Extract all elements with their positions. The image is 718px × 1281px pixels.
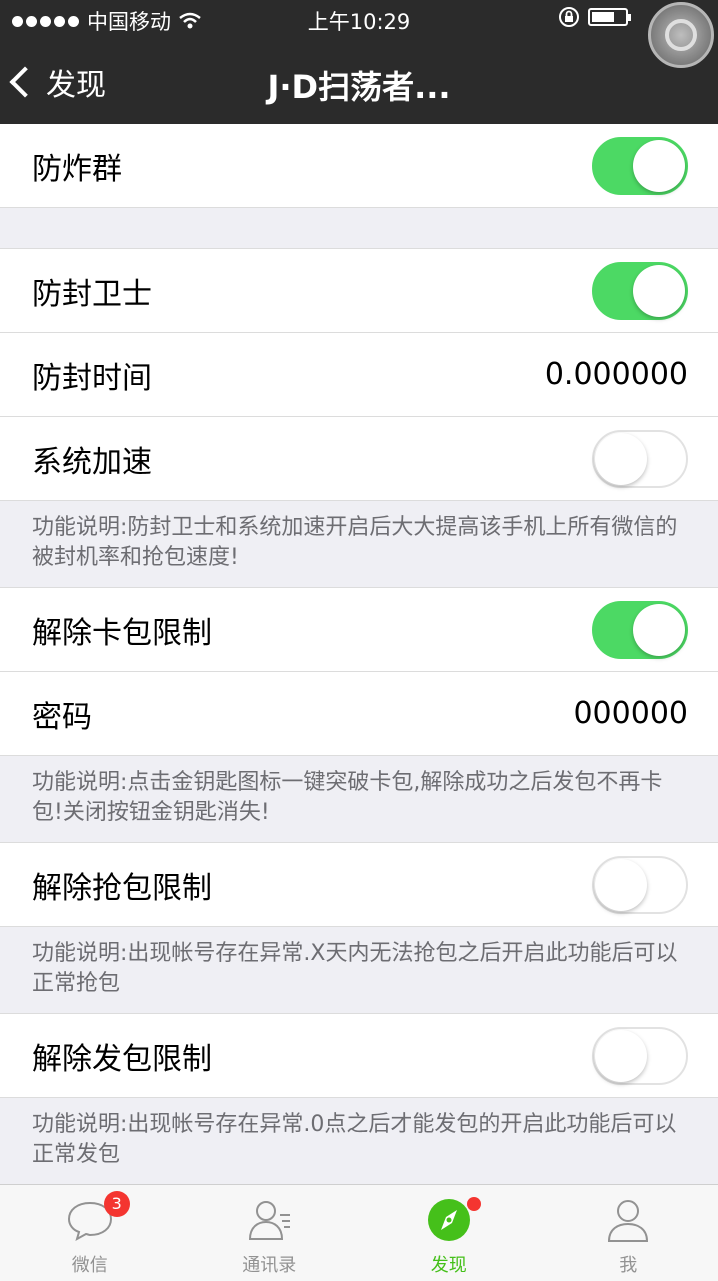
tab-bar: 3 微信 通讯录 发现 我 bbox=[0, 1184, 718, 1281]
row-label: 防炸群 bbox=[32, 144, 122, 188]
nav-bar: 发现 J·D扫荡者... bbox=[0, 40, 718, 124]
tab-contacts[interactable]: 通讯录 bbox=[180, 1185, 360, 1281]
row-guard-time[interactable]: 防封时间 0.000000 bbox=[0, 333, 718, 417]
tab-discover[interactable]: 发现 bbox=[359, 1185, 539, 1281]
description-text: 功能说明:点击金钥匙图标一键突破卡包,解除成功之后发包不再卡包!关闭按钮金钥匙消… bbox=[0, 756, 718, 843]
tab-label: 通讯录 bbox=[242, 1251, 296, 1277]
row-password[interactable]: 密码 000000 bbox=[0, 672, 718, 756]
speedup-toggle[interactable] bbox=[592, 430, 688, 488]
status-bar: 中国移动 上午10:29 bbox=[0, 0, 718, 40]
guard-toggle[interactable] bbox=[592, 262, 688, 320]
new-dot-badge bbox=[467, 1197, 481, 1211]
tab-label: 发现 bbox=[431, 1251, 467, 1277]
row-guard: 防封卫士 bbox=[0, 249, 718, 333]
settings-list: 防炸群 防封卫士 防封时间 0.000000 系统加速 功能说明:防封卫士和系统… bbox=[0, 124, 718, 1185]
unlock-card-toggle[interactable] bbox=[592, 601, 688, 659]
password-value: 000000 bbox=[573, 696, 688, 731]
unlock-grab-toggle[interactable] bbox=[592, 856, 688, 914]
status-right bbox=[558, 6, 628, 28]
row-label: 系统加速 bbox=[32, 437, 152, 481]
row-label: 防封卫士 bbox=[32, 269, 152, 313]
tab-chats[interactable]: 3 微信 bbox=[0, 1185, 180, 1281]
row-label: 防封时间 bbox=[32, 353, 152, 397]
row-unlock-card: 解除卡包限制 bbox=[0, 588, 718, 672]
tab-label: 微信 bbox=[72, 1251, 108, 1277]
row-unlock-grab: 解除抢包限制 bbox=[0, 843, 718, 927]
row-anti-bomb: 防炸群 bbox=[0, 124, 718, 208]
description-text: 功能说明:出现帐号存在异常.X天内无法抢包之后开启此功能后可以正常抢包 bbox=[0, 927, 718, 1014]
row-label: 解除抢包限制 bbox=[32, 863, 212, 907]
assistive-touch-button[interactable] bbox=[648, 2, 714, 68]
tab-label: 我 bbox=[619, 1251, 637, 1277]
contacts-icon bbox=[244, 1195, 294, 1245]
battery-icon bbox=[588, 8, 628, 26]
guard-time-value: 0.000000 bbox=[545, 357, 688, 392]
anti-bomb-toggle[interactable] bbox=[592, 137, 688, 195]
orientation-lock-icon bbox=[558, 6, 580, 28]
row-unlock-send: 解除发包限制 bbox=[0, 1014, 718, 1098]
section-gap bbox=[0, 208, 718, 249]
unread-badge: 3 bbox=[104, 1191, 130, 1217]
description-text: 功能说明:防封卫士和系统加速开启后大大提高该手机上所有微信的被封机率和抢包速度! bbox=[0, 501, 718, 588]
row-label: 解除卡包限制 bbox=[32, 608, 212, 652]
row-label: 密码 bbox=[32, 692, 92, 736]
person-icon bbox=[603, 1195, 653, 1245]
tab-me[interactable]: 我 bbox=[539, 1185, 718, 1281]
row-speedup: 系统加速 bbox=[0, 417, 718, 501]
unlock-send-toggle[interactable] bbox=[592, 1027, 688, 1085]
description-text: 功能说明:出现帐号存在异常.0点之后才能发包的开启此功能后可以正常发包 bbox=[0, 1098, 718, 1185]
page-title: J·D扫荡者... bbox=[0, 62, 718, 108]
row-label: 解除发包限制 bbox=[32, 1034, 212, 1078]
